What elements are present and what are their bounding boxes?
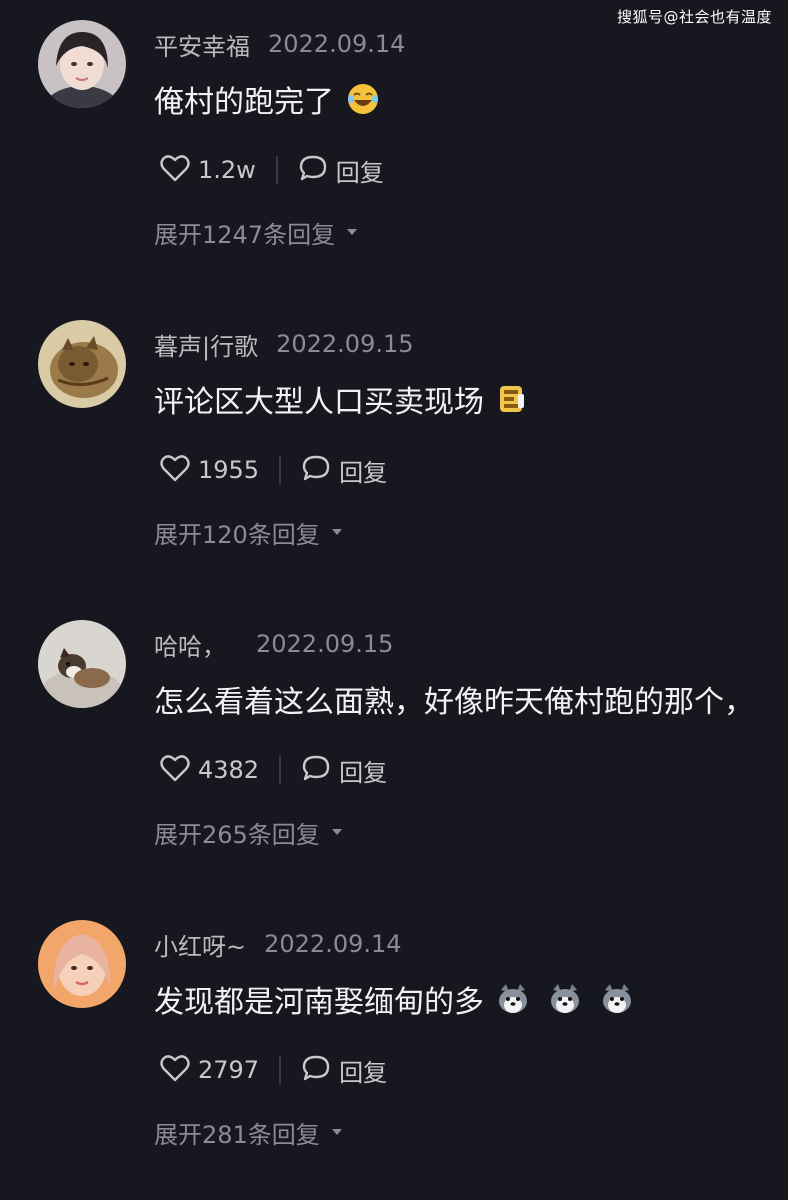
- reply-button[interactable]: 回复: [301, 753, 387, 788]
- avatar[interactable]: [38, 20, 126, 108]
- expand-replies-link[interactable]: 展开1247条回复: [154, 212, 359, 252]
- expand-replies-link[interactable]: 展开281条回复: [154, 1112, 344, 1152]
- divider: [279, 456, 282, 484]
- comment-date: 2022.09.15: [256, 630, 394, 658]
- shy-face-icon: [496, 382, 526, 416]
- husky-icon: [600, 982, 634, 1016]
- heart-icon: [160, 154, 190, 186]
- username[interactable]: 平安幸福: [154, 27, 250, 62]
- comment-text: 怎么看着这么面熟，好像昨天俺村跑的那个，: [154, 676, 754, 722]
- expand-replies-link[interactable]: 展开120条回复: [154, 512, 344, 552]
- husky-icon: [548, 982, 582, 1016]
- heart-icon: [160, 754, 190, 786]
- comment-text: 发现都是河南娶缅甸的多: [154, 976, 634, 1022]
- caret-down-icon: [330, 527, 344, 537]
- caret-down-icon: [330, 827, 344, 837]
- avatar[interactable]: [38, 320, 126, 408]
- comment-text-content: 发现都是河南娶缅甸的多: [154, 985, 484, 1020]
- like-count: 1.2w: [198, 156, 256, 184]
- avatar[interactable]: [38, 920, 126, 1008]
- caret-down-icon: [345, 227, 359, 237]
- like-count: 4382: [198, 756, 260, 784]
- like-button[interactable]: 1.2w: [160, 154, 256, 186]
- expand-replies-link[interactable]: 展开265条回复: [154, 812, 344, 852]
- laughing-tears-icon: [346, 82, 380, 116]
- comment-date: 2022.09.14: [268, 30, 406, 58]
- expand-replies-label: 展开265条回复: [154, 820, 320, 849]
- like-button[interactable]: 2797: [160, 1054, 259, 1086]
- expand-replies-label: 展开120条回复: [154, 520, 320, 549]
- comment-item: 平安幸福 2022.09.14 俺村的跑完了 1.2w 回复 展开1247条回复: [0, 0, 788, 300]
- caret-down-icon: [330, 1127, 344, 1137]
- heart-icon: [160, 1054, 190, 1086]
- divider: [279, 1056, 282, 1084]
- chat-bubble-icon: [301, 454, 331, 486]
- username[interactable]: 哈哈，: [154, 627, 226, 662]
- reply-label: 回复: [335, 158, 384, 187]
- comment-date: 2022.09.15: [276, 330, 414, 358]
- divider: [275, 156, 278, 184]
- comment-date: 2022.09.14: [264, 930, 402, 958]
- divider: [279, 756, 282, 784]
- comment-item: 哈哈， 2022.09.15 怎么看着这么面熟，好像昨天俺村跑的那个， 4382…: [0, 600, 788, 900]
- reply-button[interactable]: 回复: [301, 1053, 387, 1088]
- comment-text-content: 俺村的跑完了: [154, 85, 334, 120]
- chat-bubble-icon: [298, 154, 328, 186]
- reply-label: 回复: [339, 1058, 388, 1087]
- like-button[interactable]: 1955: [160, 454, 259, 486]
- expand-replies-label: 展开281条回复: [154, 1120, 320, 1149]
- comment-text: 俺村的跑完了: [154, 76, 380, 122]
- reply-button[interactable]: 回复: [301, 453, 387, 488]
- username[interactable]: 暮声|行歌: [154, 327, 258, 362]
- chat-bubble-icon: [301, 754, 331, 786]
- like-button[interactable]: 4382: [160, 754, 259, 786]
- comment-text: 评论区大型人口买卖现场: [154, 376, 526, 422]
- comment-item: 小红呀~ 2022.09.14 发现都是河南娶缅甸的多 2797 回复 展开28…: [0, 900, 788, 1200]
- reply-button[interactable]: 回复: [298, 153, 384, 188]
- comment-text-content: 怎么看着这么面熟，好像昨天俺村跑的那个，: [154, 685, 754, 720]
- reply-label: 回复: [339, 758, 388, 787]
- heart-icon: [160, 454, 190, 486]
- expand-replies-label: 展开1247条回复: [154, 220, 336, 249]
- chat-bubble-icon: [301, 1054, 331, 1086]
- username[interactable]: 小红呀~: [154, 927, 246, 962]
- avatar[interactable]: [38, 620, 126, 708]
- comment-item: 暮声|行歌 2022.09.15 评论区大型人口买卖现场 1955 回复 展开1…: [0, 300, 788, 600]
- like-count: 2797: [198, 1056, 260, 1084]
- husky-icon: [496, 982, 530, 1016]
- like-count: 1955: [198, 456, 260, 484]
- comment-text-content: 评论区大型人口买卖现场: [154, 385, 484, 420]
- reply-label: 回复: [339, 458, 388, 487]
